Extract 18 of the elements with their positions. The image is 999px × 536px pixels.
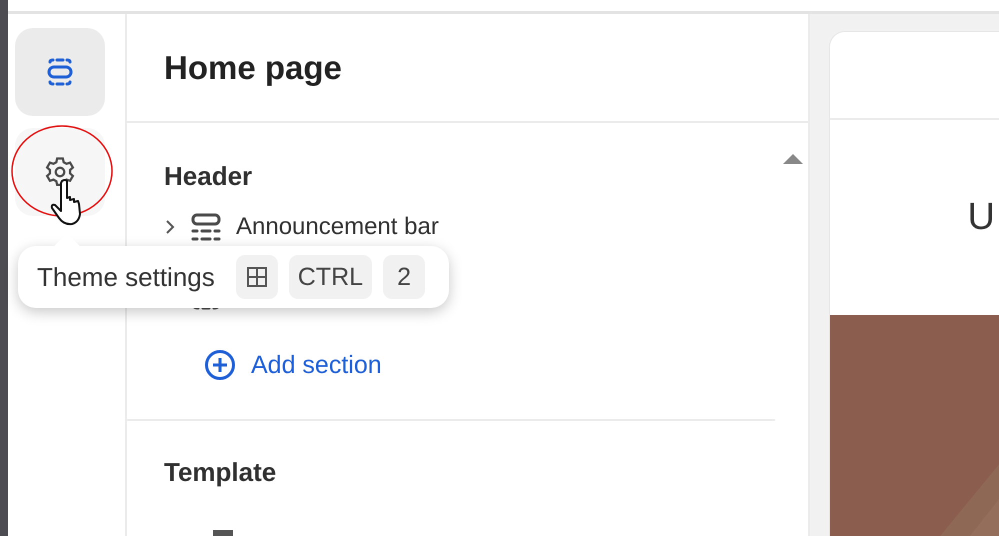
add-icon (204, 349, 236, 381)
key-cap: CTRL (288, 255, 372, 299)
sections-button[interactable] (14, 28, 104, 116)
section-item[interactable]: Announcement bar (236, 213, 439, 241)
group-title: Header (164, 161, 252, 192)
tooltip-label: Theme settings (37, 262, 215, 292)
key-cap: 2 (383, 255, 426, 299)
heading-text: U (968, 196, 995, 239)
collapse-icon[interactable] (782, 153, 804, 165)
chevron-icon[interactable] (164, 219, 176, 235)
add-section-button[interactable]: Add section (164, 349, 382, 381)
windows-key-icon (246, 266, 268, 288)
page-title: Home page (164, 48, 342, 86)
settings-icon (42, 155, 76, 189)
announcement-icon (190, 213, 222, 241)
sections-icon (44, 57, 74, 87)
section-icon (213, 530, 233, 536)
group-title: Template (164, 457, 276, 488)
